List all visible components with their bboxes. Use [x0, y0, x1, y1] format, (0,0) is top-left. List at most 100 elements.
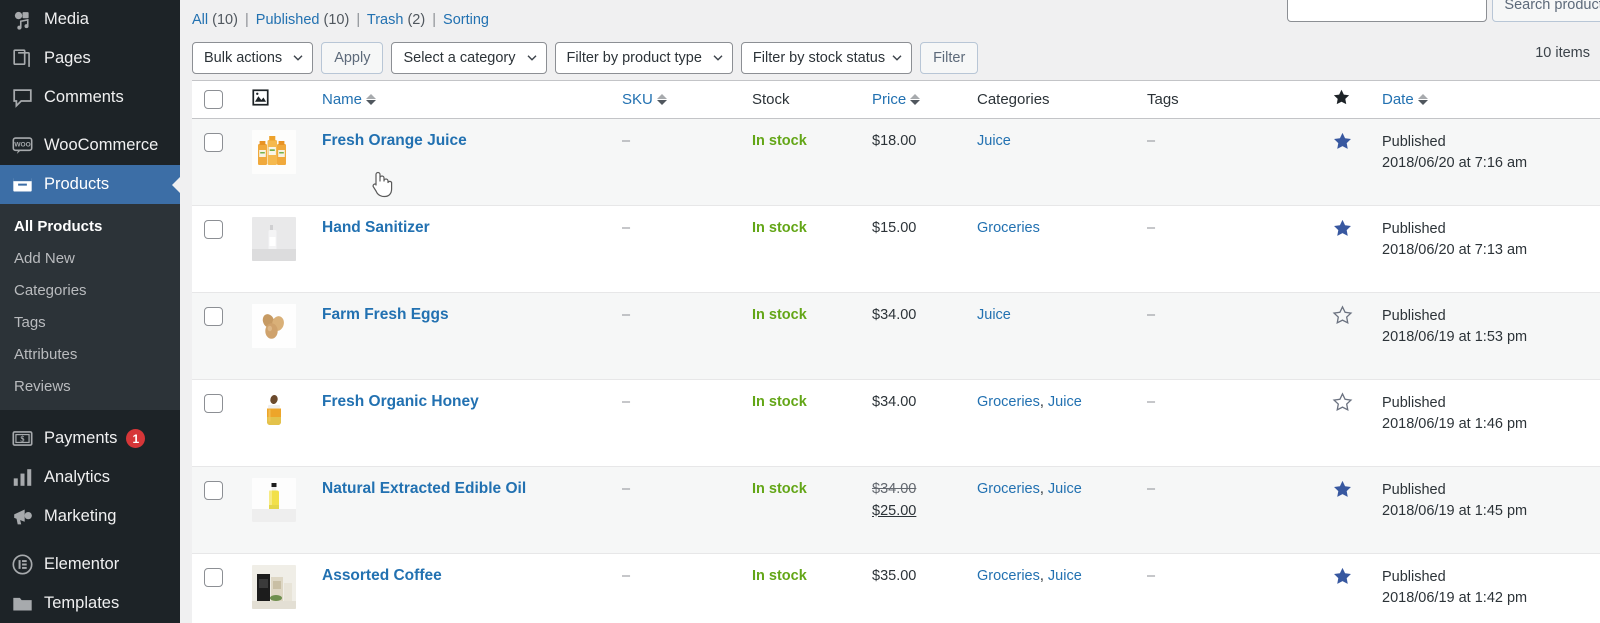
- sort-sku-link[interactable]: SKU: [622, 91, 653, 108]
- product-category-link[interactable]: Groceries: [977, 481, 1040, 497]
- view-trash[interactable]: Trash: [367, 12, 404, 28]
- row-checkbox[interactable]: [204, 567, 223, 587]
- woocommerce-icon: WOO: [11, 135, 33, 157]
- table-row: Assorted Coffee – In stock $35.00 Groceries,…: [192, 553, 1600, 623]
- product-thumbnail[interactable]: [252, 129, 296, 174]
- submenu-item-tags[interactable]: Tags: [0, 306, 180, 338]
- sidebar-item-media[interactable]: Media: [0, 0, 180, 39]
- search-input[interactable]: [1287, 0, 1488, 22]
- featured-star-icon[interactable]: [1332, 206, 1382, 243]
- sidebar-item-comments[interactable]: Comments: [0, 78, 180, 117]
- category-filter-select[interactable]: Select a category: [391, 42, 547, 74]
- elementor-icon: [11, 554, 33, 576]
- table-row: Farm Fresh Eggs – In stock $34.00 Juice – Publ…: [192, 292, 1600, 380]
- sort-price-link[interactable]: Price: [872, 91, 906, 108]
- cell-stock: In stock: [752, 205, 872, 293]
- product-stock-status: In stock: [752, 567, 807, 584]
- product-category-link[interactable]: Juice: [1048, 394, 1082, 410]
- submenu-item-all-products[interactable]: All Products: [0, 210, 180, 242]
- product-name-link[interactable]: Hand Sanitizer: [322, 206, 430, 237]
- sidebar-item-analytics[interactable]: Analytics: [0, 458, 180, 497]
- sidebar-item-woocommerce[interactable]: WOO WooCommerce: [0, 126, 180, 165]
- bulk-actions-label: Bulk actions: [204, 50, 283, 66]
- row-checkbox[interactable]: [204, 480, 223, 500]
- col-stock-label: Stock: [752, 90, 790, 108]
- sort-date-link[interactable]: Date: [1382, 91, 1414, 108]
- cell-thumbnail: [252, 292, 322, 380]
- product-type-filter-select[interactable]: Filter by product type: [554, 42, 733, 74]
- product-stock-status: In stock: [752, 132, 807, 149]
- sidebar-item-elementor[interactable]: Elementor: [0, 545, 180, 584]
- bulk-actions-select[interactable]: Bulk actions: [192, 42, 314, 74]
- product-category-link[interactable]: Juice: [977, 307, 1011, 323]
- category-comma: ,: [1039, 567, 1048, 584]
- row-checkbox[interactable]: [204, 219, 223, 239]
- featured-star-icon[interactable]: [1332, 293, 1382, 330]
- product-name-link[interactable]: Assorted Coffee: [322, 554, 442, 585]
- featured-star-icon[interactable]: [1332, 380, 1382, 417]
- sidebar-item-label: WooCommerce: [44, 136, 159, 155]
- submenu-item-reviews[interactable]: Reviews: [0, 370, 180, 402]
- cell-price: $18.00: [872, 118, 977, 206]
- sort-arrows-icon[interactable]: [656, 93, 667, 105]
- search-products-button[interactable]: Search products: [1492, 0, 1600, 22]
- product-date: Published 2018/06/19 at 1:45 pm: [1382, 467, 1600, 522]
- filter-button[interactable]: Filter: [920, 42, 979, 74]
- cell-checkbox: [192, 205, 252, 293]
- view-all[interactable]: All: [192, 12, 208, 28]
- submenu-item-categories[interactable]: Categories: [0, 274, 180, 306]
- product-date: Published 2018/06/20 at 7:16 am: [1382, 119, 1600, 174]
- cell-sku: –: [622, 379, 752, 467]
- product-category-link[interactable]: Groceries: [977, 394, 1040, 410]
- featured-star-icon[interactable]: [1332, 554, 1382, 591]
- featured-star-icon[interactable]: [1332, 467, 1382, 504]
- row-checkbox[interactable]: [204, 132, 223, 152]
- cell-stock: In stock: [752, 292, 872, 380]
- product-thumbnail[interactable]: [252, 303, 296, 348]
- sidebar-item-marketing[interactable]: Marketing: [0, 497, 180, 536]
- product-thumbnail[interactable]: [252, 390, 296, 435]
- product-name-link[interactable]: Fresh Organic Honey: [322, 380, 479, 411]
- view-sorting[interactable]: Sorting: [443, 12, 489, 28]
- sidebar-item-payments[interactable]: $ Payments 1: [0, 419, 180, 458]
- product-status: Published: [1382, 220, 1446, 237]
- product-thumbnail[interactable]: [252, 477, 296, 522]
- cell-checkbox: [192, 553, 252, 623]
- product-category-link[interactable]: Juice: [1048, 481, 1082, 497]
- sidebar-item-templates[interactable]: Templates: [0, 584, 180, 623]
- product-name-link[interactable]: Farm Fresh Eggs: [322, 293, 449, 324]
- select-all-checkbox[interactable]: [204, 89, 223, 109]
- view-published[interactable]: Published: [256, 12, 320, 28]
- cell-checkbox: [192, 292, 252, 380]
- product-category-link[interactable]: Juice: [1048, 568, 1082, 584]
- sidebar-item-products[interactable]: Products: [0, 165, 180, 204]
- product-thumbnail[interactable]: [252, 216, 296, 261]
- sort-arrows-icon[interactable]: [366, 93, 377, 105]
- apply-button[interactable]: Apply: [321, 42, 384, 74]
- category-comma: ,: [1039, 393, 1048, 410]
- stock-status-filter-label: Filter by stock status: [752, 50, 886, 66]
- cell-categories: Groceries, Juice: [977, 553, 1147, 623]
- row-checkbox[interactable]: [204, 393, 223, 413]
- sort-arrows-icon[interactable]: [910, 93, 921, 105]
- table-header-row: Name SKU Stock Price Categories Tags Dat…: [192, 81, 1600, 119]
- product-category-link[interactable]: Groceries: [977, 220, 1040, 236]
- cell-tags: –: [1147, 379, 1332, 467]
- sidebar-item-pages[interactable]: Pages: [0, 39, 180, 78]
- svg-text:WOO: WOO: [14, 141, 30, 148]
- product-name-link[interactable]: Fresh Orange Juice: [322, 119, 467, 150]
- product-categories: Groceries, Juice: [977, 554, 1147, 584]
- product-category-link[interactable]: Juice: [977, 133, 1011, 149]
- product-name-link[interactable]: Natural Extracted Edible Oil: [322, 467, 526, 498]
- cell-price: $15.00: [872, 205, 977, 293]
- sort-arrows-icon[interactable]: [1417, 93, 1428, 105]
- sort-name-link[interactable]: Name: [322, 91, 362, 108]
- row-checkbox[interactable]: [204, 306, 223, 326]
- stock-status-filter-select[interactable]: Filter by stock status: [740, 42, 913, 74]
- submenu-item-add-new[interactable]: Add New: [0, 242, 180, 274]
- product-category-link[interactable]: Groceries: [977, 568, 1040, 584]
- marketing-icon: [11, 506, 33, 528]
- submenu-item-attributes[interactable]: Attributes: [0, 338, 180, 370]
- product-thumbnail[interactable]: [252, 564, 296, 609]
- featured-star-icon[interactable]: [1332, 119, 1382, 156]
